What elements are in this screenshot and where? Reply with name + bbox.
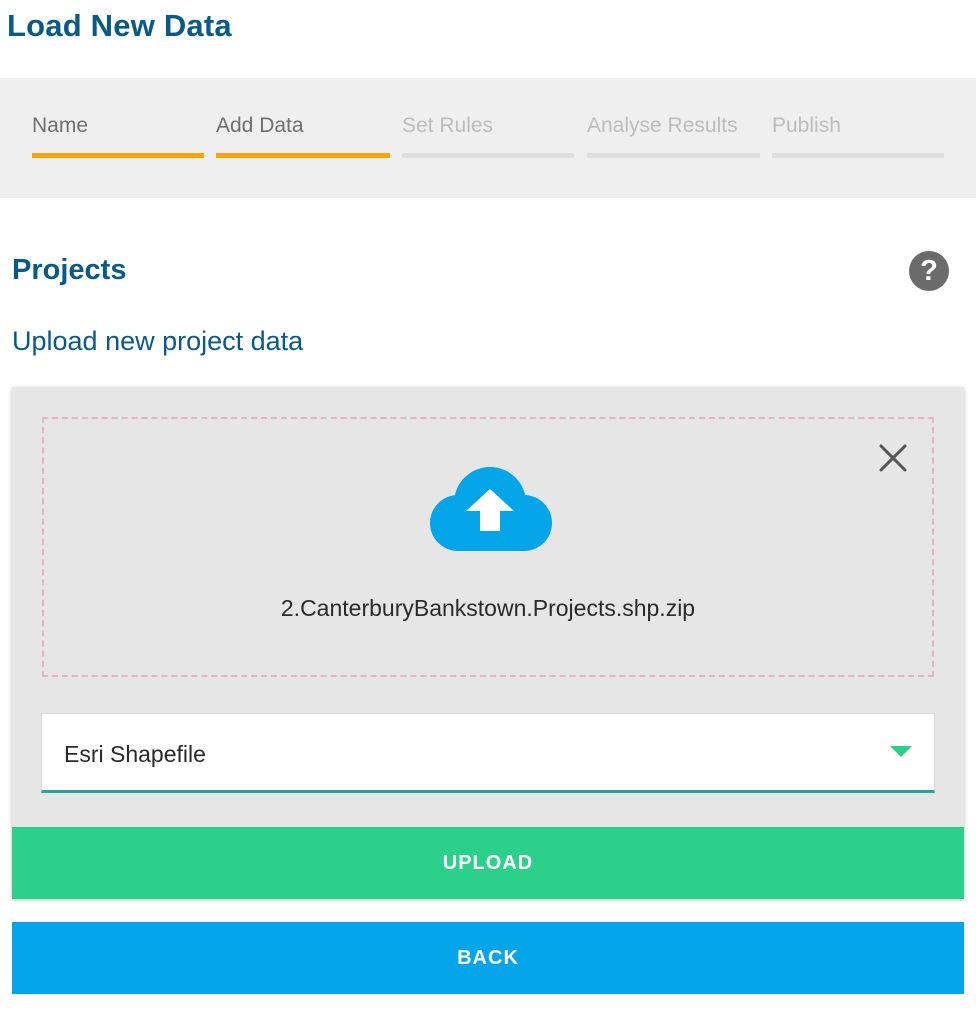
file-format-select[interactable]: Esri Shapefile bbox=[41, 713, 935, 793]
step-progress-bar bbox=[587, 153, 760, 158]
step-label: Analyse Results bbox=[587, 114, 738, 137]
section-title: Projects bbox=[12, 254, 127, 286]
back-button[interactable]: BACK bbox=[12, 922, 964, 994]
step-label: Publish bbox=[772, 114, 841, 137]
step-set-rules[interactable]: Set Rules bbox=[402, 112, 574, 162]
load-new-data-page: Load New Data Name Add Data Set Rules An… bbox=[0, 0, 976, 1010]
file-format-value: Esri Shapefile bbox=[64, 741, 206, 767]
file-dropzone[interactable]: 2.CanterburyBankstown.Projects.shp.zip bbox=[42, 417, 934, 677]
upload-button[interactable]: UPLOAD bbox=[12, 827, 964, 899]
cloud-upload-icon bbox=[430, 467, 552, 551]
uploaded-file-name: 2.CanterburyBankstown.Projects.shp.zip bbox=[280, 595, 696, 621]
step-publish[interactable]: Publish bbox=[772, 112, 944, 162]
page-title: Load New Data bbox=[7, 8, 232, 43]
progress-stepper: Name Add Data Set Rules Analyse Results … bbox=[0, 78, 976, 198]
section-subtitle: Upload new project data bbox=[12, 326, 304, 356]
step-progress-bar bbox=[402, 153, 574, 158]
help-icon[interactable]: ? bbox=[909, 251, 949, 291]
step-progress-bar bbox=[32, 153, 204, 158]
close-icon[interactable] bbox=[876, 441, 910, 475]
step-add-data[interactable]: Add Data bbox=[216, 112, 390, 162]
chevron-down-icon[interactable] bbox=[890, 746, 912, 757]
step-label: Set Rules bbox=[402, 114, 494, 137]
step-label: Name bbox=[32, 114, 89, 137]
step-name[interactable]: Name bbox=[32, 112, 204, 162]
step-analyse-results[interactable]: Analyse Results bbox=[587, 112, 760, 162]
step-label: Add Data bbox=[216, 114, 304, 137]
step-progress-bar bbox=[772, 153, 944, 158]
upload-card: 2.CanterburyBankstown.Projects.shp.zip E… bbox=[12, 387, 964, 899]
step-progress-bar bbox=[216, 153, 390, 158]
